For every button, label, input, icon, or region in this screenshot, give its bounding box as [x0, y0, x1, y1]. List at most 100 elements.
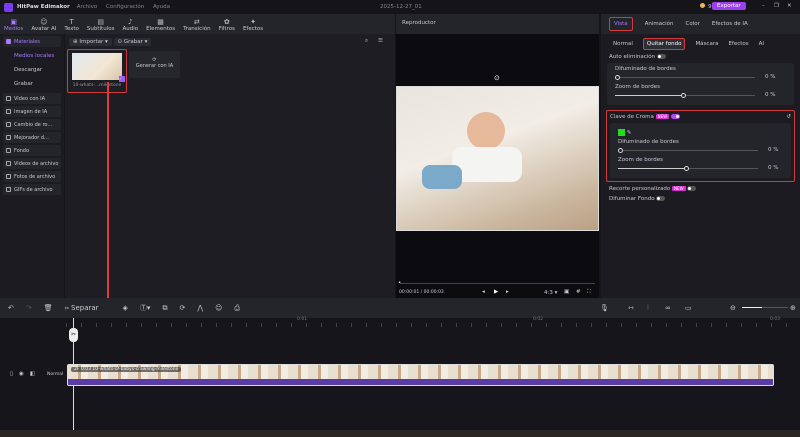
track-lock-icon[interactable]: ▯: [10, 371, 13, 377]
tool-transicion[interactable]: ⇄ Transición: [183, 18, 210, 34]
rotate-handle-icon[interactable]: ⊙: [494, 74, 500, 82]
generate-ai-button[interactable]: ⟳ Generar con IA: [129, 51, 180, 78]
snapshot-icon[interactable]: ▣: [564, 289, 569, 295]
play-button[interactable]: ▶: [494, 289, 498, 295]
avatar-icon: ☺: [40, 18, 48, 26]
tool-medios[interactable]: ▣ Medios: [4, 18, 23, 34]
sidebar-mejorador[interactable]: Mejorador d...: [3, 132, 61, 143]
list-view-icon[interactable]: ☰: [378, 38, 383, 44]
import-button[interactable]: ⊕ Importar ▾: [69, 38, 112, 46]
sidebar-gifs-archivo[interactable]: GIFs de archivo: [3, 184, 61, 195]
video-icon: [6, 96, 11, 101]
blur-background-toggle[interactable]: [656, 196, 666, 201]
edge-zoom-slider[interactable]: 0 %: [615, 92, 786, 100]
track-eye-icon[interactable]: ◉: [19, 371, 24, 377]
zoom-out-icon[interactable]: ⊖: [730, 304, 736, 312]
chain-icon[interactable]: ∞: [665, 304, 671, 312]
redo-icon[interactable]: ↷: [26, 304, 32, 312]
sidebar-grabar[interactable]: Grabar: [0, 77, 64, 91]
sidebar-materiales[interactable]: Materiales: [3, 36, 61, 47]
playhead-split-icon[interactable]: ✂: [69, 328, 78, 342]
chroma-key-toggle[interactable]: [670, 114, 680, 119]
subtab-ai[interactable]: AI: [759, 41, 764, 47]
crop-icon[interactable]: ⧉: [162, 304, 167, 313]
tab-vista[interactable]: Vista: [609, 17, 633, 31]
fit-icon[interactable]: ▭: [685, 304, 692, 312]
tool-avatar[interactable]: ☺ Avatar AI: [31, 18, 56, 34]
reset-icon[interactable]: ↺: [786, 114, 791, 120]
custom-cutout-toggle[interactable]: [687, 186, 697, 191]
time-ruler[interactable]: [66, 323, 800, 327]
tool-audio[interactable]: ♪ Audio: [122, 18, 138, 34]
preview-video[interactable]: [396, 86, 599, 231]
text-tool-icon[interactable]: Ⓣ▾: [140, 303, 151, 313]
sidebar-videos-archivo[interactable]: Videos de archivo: [3, 158, 61, 169]
menu-archivo[interactable]: Archivo: [77, 4, 98, 10]
minimize-button[interactable]: –: [762, 3, 765, 9]
preview-title: Reproductor: [396, 14, 599, 34]
mirror-icon[interactable]: ⋀: [197, 304, 203, 312]
sidebar-fotos-archivo[interactable]: Fotos de archivo: [3, 171, 61, 182]
tool-texto[interactable]: T Texto: [64, 18, 79, 34]
sidebar-imagen-ia[interactable]: Imagen de IA: [3, 106, 61, 117]
sidebar-descargar[interactable]: Descargar: [0, 63, 64, 77]
rotate-icon[interactable]: ⟳: [179, 304, 185, 312]
eyedropper-icon[interactable]: ✎: [627, 130, 632, 136]
media-icon: ▣: [10, 18, 17, 26]
edge-blur-slider[interactable]: 0 %: [615, 74, 786, 82]
record-button[interactable]: ⊙ Grabar ▾: [113, 38, 152, 46]
menu-configuracion[interactable]: Configuración: [106, 4, 144, 10]
chroma-color-swatch[interactable]: [618, 129, 625, 136]
playback-progress[interactable]: [400, 283, 595, 284]
sidebar-video-ia[interactable]: Video con IA: [3, 93, 61, 104]
app-name: HitPaw Edimakor: [17, 4, 70, 10]
face-icon[interactable]: ☺: [215, 304, 222, 312]
menu-ayuda[interactable]: Ayuda: [153, 4, 170, 10]
subtab-quitar-fondo[interactable]: Quitar fondo: [642, 38, 686, 50]
link-icon[interactable]: ⇿: [628, 304, 634, 312]
tab-animacion[interactable]: Animación: [645, 21, 674, 27]
ratio-select[interactable]: 4:3 ▾: [544, 290, 557, 296]
media-item[interactable]: ✓ 10-whats-...milestone: [67, 49, 127, 93]
progress-knob[interactable]: •: [398, 280, 401, 286]
grid-icon[interactable]: #: [576, 289, 581, 295]
sidebar: Materiales Medios locales Descargar Grab…: [0, 34, 64, 298]
tab-efectos-ia[interactable]: Efectos de IA: [712, 21, 748, 27]
shield-icon[interactable]: ◈: [123, 304, 128, 312]
sidebar-cambio[interactable]: Cambio de ro...: [3, 119, 61, 130]
preview-panel: Reproductor ⊙ • 00:00:01 / 00:00:03 ◂ ▶ …: [396, 14, 599, 298]
chroma-blur-slider[interactable]: 0 %: [618, 147, 783, 155]
subtab-mascara[interactable]: Máscara: [695, 41, 718, 47]
track-audio-icon[interactable]: ◧: [30, 371, 35, 377]
search-icon[interactable]: ⌕: [365, 38, 368, 45]
delete-icon[interactable]: 🗑: [44, 304, 53, 312]
audio-icon: ♪: [128, 18, 133, 26]
split-button[interactable]: ✂ Separar: [65, 304, 111, 312]
zoom-in-icon[interactable]: ⊕: [790, 304, 796, 312]
chroma-zoom-slider[interactable]: 0 %: [618, 165, 783, 173]
subtab-efectos[interactable]: Efectos: [728, 41, 748, 47]
sidebar-medios-locales[interactable]: Medios locales: [0, 49, 64, 63]
sidebar-fondo[interactable]: Fondo: [3, 145, 61, 156]
next-frame-button[interactable]: ▸: [506, 289, 509, 295]
prev-frame-button[interactable]: ◂: [482, 289, 485, 295]
tool-subtitulos[interactable]: ▤ Subtítulos: [87, 18, 115, 34]
fullscreen-icon[interactable]: ⛶: [587, 289, 591, 296]
tool-elementos[interactable]: ▦ Elementos: [146, 18, 175, 34]
tab-color[interactable]: Color: [685, 21, 699, 27]
timeline-zoom-slider[interactable]: [742, 307, 788, 308]
tool-filtros[interactable]: ✿ Filtros: [219, 18, 235, 34]
camera-icon[interactable]: ⎙: [234, 304, 240, 313]
enhancer-icon: [6, 135, 11, 140]
undo-icon[interactable]: ↶: [8, 304, 14, 312]
snap-icon[interactable]: ⫶: [647, 304, 649, 313]
restore-button[interactable]: ❐: [774, 3, 779, 9]
close-button[interactable]: ✕: [787, 3, 792, 9]
video-clip[interactable]: 2F 0:03 10-whats-of-babys-crawling-miles…: [67, 364, 774, 386]
mic-icon[interactable]: 🎙: [600, 304, 609, 312]
text-icon: T: [69, 18, 74, 26]
subtab-normal[interactable]: Normal: [613, 41, 633, 47]
export-button[interactable]: Exportar: [712, 2, 746, 10]
tool-efectos[interactable]: ✦ Efectos: [243, 18, 263, 34]
auto-remove-toggle[interactable]: [656, 54, 666, 59]
